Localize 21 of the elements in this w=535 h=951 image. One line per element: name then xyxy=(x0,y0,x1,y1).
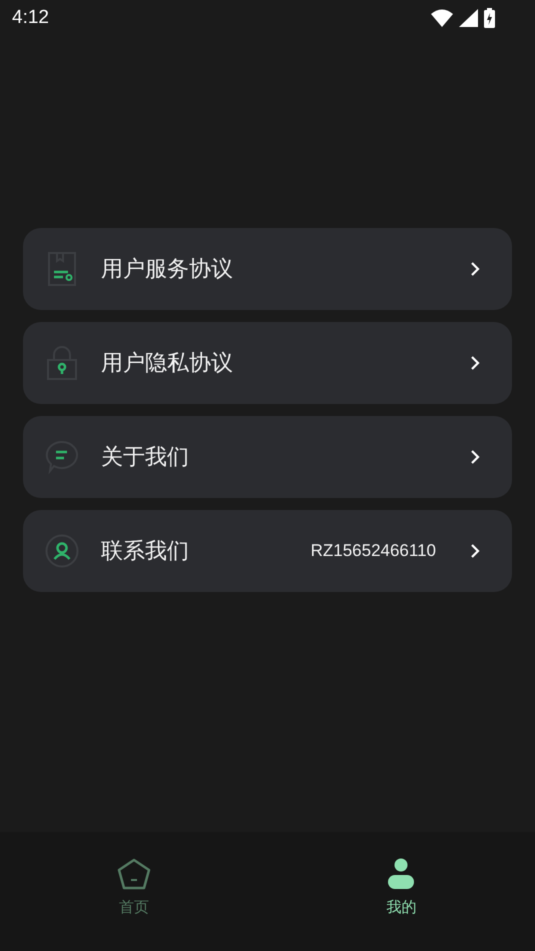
status-time: 4:12 xyxy=(12,7,49,29)
menu-item[interactable]: 关于我们 xyxy=(23,416,512,498)
signal-icon xyxy=(459,9,478,27)
menu-item[interactable]: 用户隐私协议 xyxy=(23,322,512,404)
contact-id: RZ15652466110 xyxy=(310,541,436,561)
menu-item[interactable]: 用户服务协议 xyxy=(23,228,512,310)
chevron-right-icon xyxy=(470,261,480,277)
chat-icon xyxy=(45,440,79,474)
chevron-right-icon xyxy=(470,355,480,371)
nav-tab[interactable]: 我的 xyxy=(268,832,535,951)
wifi-icon xyxy=(431,9,453,27)
home-icon xyxy=(116,858,151,890)
chevron-right-icon xyxy=(470,449,480,465)
person-icon xyxy=(388,858,414,890)
lock-icon xyxy=(45,346,79,380)
user-icon xyxy=(45,534,79,568)
battery-icon xyxy=(484,8,495,28)
document-icon xyxy=(45,252,79,286)
nav-tab[interactable]: 首页 xyxy=(0,832,268,951)
chevron-right-icon xyxy=(470,543,480,559)
menu-item[interactable]: 联系我们 RZ15652466110 xyxy=(23,510,512,592)
